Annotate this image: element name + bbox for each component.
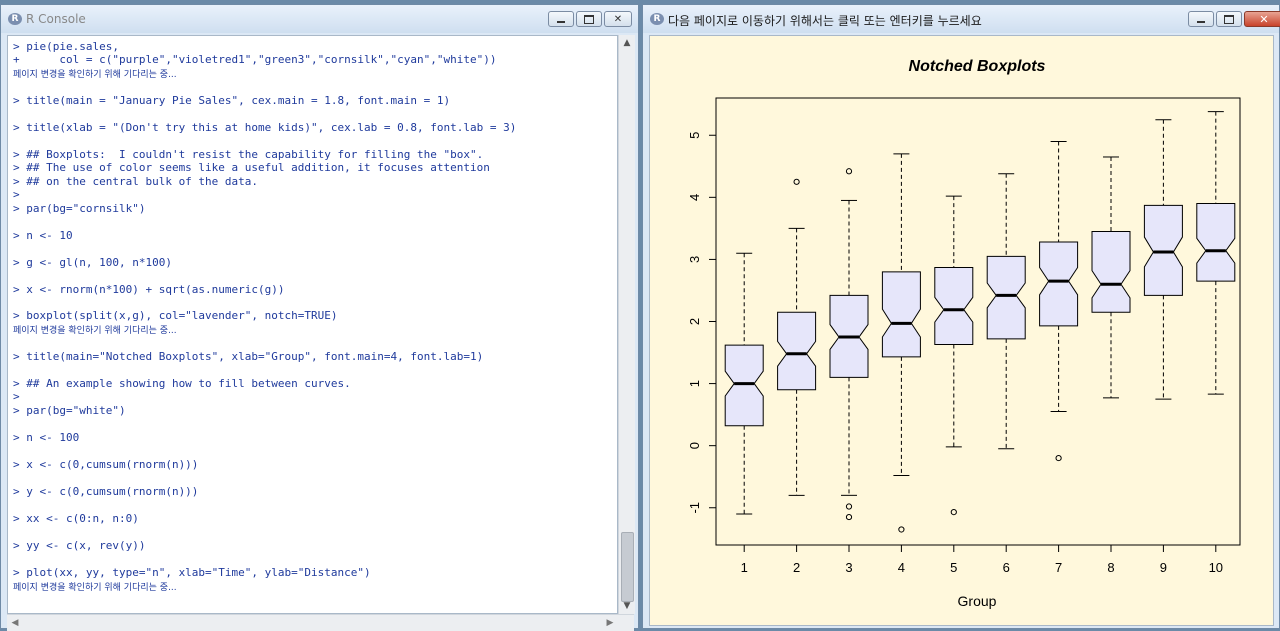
console-line: > title(xlab = "(Don't try this at home … [13, 121, 517, 134]
x-axis-label: Group [958, 593, 997, 609]
close-icon: ✕ [1259, 12, 1269, 26]
console-title: R Console [26, 12, 86, 26]
console-line: > g <- gl(n, 100, n*100) [13, 256, 172, 269]
console-line: > title(main="Notched Boxplots", xlab="G… [13, 350, 484, 363]
console-line: > yy <- c(x, rev(y)) [13, 539, 146, 552]
console-line: > x <- c(0,cumsum(rnorm(n))) [13, 458, 199, 471]
console-line: > y <- c(0,cumsum(rnorm(n))) [13, 485, 199, 498]
x-tick-label: 4 [898, 560, 905, 575]
x-tick-label: 7 [1055, 560, 1062, 575]
notched-box [881, 271, 921, 358]
console-line: 페이지 변경을 확인하기 위해 기다리는 중... [13, 326, 177, 336]
scroll-down-icon[interactable]: ▼ [619, 598, 635, 614]
y-tick-label: 0 [687, 442, 702, 449]
r-logo-icon: R [650, 13, 664, 25]
x-tick-label: 2 [793, 560, 800, 575]
y-tick-label: 2 [687, 318, 702, 325]
outlier-point [1055, 454, 1062, 462]
console-line: > xx <- c(0:n, n:0) [13, 512, 139, 525]
console-line: > plot(xx, yy, type="n", xlab="Time", yl… [13, 566, 371, 579]
x-tick-label: 6 [1003, 560, 1010, 575]
console-line: + col = c("purple","violetred1","green3"… [13, 53, 497, 66]
outlier-point [793, 178, 800, 185]
scroll-thumb[interactable] [621, 532, 634, 602]
console-line: > x <- rnorm(n*100) + sqrt(as.numeric(g)… [13, 283, 285, 296]
outlier-point [950, 508, 957, 516]
notched-box [777, 311, 817, 391]
x-tick-label: 3 [845, 560, 852, 575]
outlier-point [845, 168, 853, 175]
close-icon: ✕ [613, 13, 623, 25]
y-tick-label: 4 [687, 194, 702, 201]
outlier-point [845, 503, 853, 510]
y-tick-label: -1 [687, 502, 702, 514]
console-line: > ## Boxplots: I couldn't resist the cap… [13, 148, 484, 161]
console-line: > par(bg="white") [13, 404, 126, 417]
outlier-point [845, 513, 853, 521]
boxplot-chart: Notched Boxplots Group -1 0 1 2 3 4 5 1 2 3 4 5 6 7 8 9… [687, 58, 1241, 609]
console-line: > ## on the central bulk of the data. [13, 175, 259, 188]
graphics-maximize-button[interactable] [1216, 11, 1242, 27]
graphics-title: 다음 페이지로 이동하기 위해서는 클릭 또는 엔터키를 누르세요 [668, 14, 982, 28]
notched-box [1091, 230, 1131, 313]
console-vertical-scrollbar[interactable]: ▲ ▼ [618, 35, 635, 614]
x-tick-label: 8 [1107, 560, 1114, 575]
console-titlebar[interactable]: R R Console ✕ [1, 5, 638, 33]
r-logo-icon: R [8, 13, 22, 25]
graphics-close-button[interactable]: ✕ [1244, 11, 1280, 27]
r-console-window[interactable]: R R Console ✕ > pie(pie.sales, + col = c(… [0, 4, 639, 631]
console-close-button[interactable]: ✕ [604, 11, 632, 27]
console-line: > ## The use of color seems like a usefu… [13, 161, 490, 174]
x-tick-label: 5 [950, 560, 957, 575]
console-line: 페이지 변경을 확인하기 위해 기다리는 중... [13, 70, 177, 80]
graphics-titlebar[interactable]: R 다음 페이지로 이동하기 위해서는 클릭 또는 엔터키를 누르세요 ✕ [643, 5, 1280, 33]
console-line: > n <- 100 [13, 431, 80, 444]
x-tick-label: 9 [1160, 560, 1167, 575]
console-line: > [13, 188, 20, 201]
x-tick-label: 10 [1209, 560, 1223, 575]
y-tick-label: 1 [687, 380, 702, 387]
plot-area[interactable]: Notched Boxplots Group -1 0 1 2 3 4 5 1 2 3 4 5 6 7 8 9… [649, 35, 1274, 626]
console-line: > par(bg="cornsilk") [13, 202, 146, 215]
x-tick-label: 1 [741, 560, 748, 575]
console-output[interactable]: > pie(pie.sales, + col = c("purple","viol… [7, 35, 618, 614]
r-graphics-window[interactable]: R 다음 페이지로 이동하기 위해서는 클릭 또는 엔터키를 누르세요 ✕ No… [642, 4, 1280, 629]
console-horizontal-scrollbar[interactable]: ◀ ▶ [7, 614, 634, 631]
scroll-up-icon[interactable]: ▲ [619, 35, 635, 51]
notched-box [934, 266, 974, 345]
y-tick-label: 3 [687, 256, 702, 263]
maximize-icon [1224, 14, 1234, 24]
minimize-icon [1197, 20, 1205, 23]
console-line: > n <- 10 [13, 229, 73, 242]
graphics-minimize-button[interactable] [1188, 11, 1214, 27]
y-tick-label: 5 [687, 132, 702, 139]
console-line: > pie(pie.sales, [13, 40, 119, 53]
outlier-point [898, 526, 905, 533]
console-line: > [13, 390, 20, 403]
console-line: > title(main = "January Pie Sales", cex.… [13, 94, 451, 107]
console-line: > ## An example showing how to fill betw… [13, 377, 351, 390]
notched-box [724, 344, 764, 427]
notched-box [1143, 204, 1183, 296]
console-line: 페이지 변경을 확인하기 위해 기다리는 중... [13, 583, 177, 593]
console-line: > boxplot(split(x,g), col="lavender", no… [13, 309, 338, 322]
console-minimize-button[interactable] [548, 11, 574, 27]
console-maximize-button[interactable] [576, 11, 602, 27]
minimize-icon [557, 20, 565, 23]
notched-box [986, 255, 1026, 340]
maximize-icon [584, 14, 594, 24]
notched-box [1196, 203, 1236, 282]
notched-box [1039, 241, 1079, 327]
chart-title: Notched Boxplots [909, 58, 1046, 75]
